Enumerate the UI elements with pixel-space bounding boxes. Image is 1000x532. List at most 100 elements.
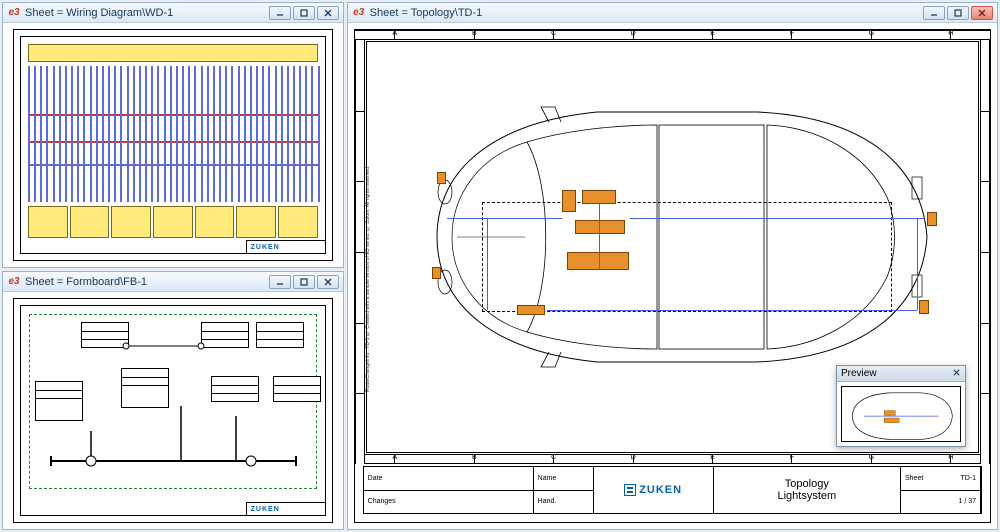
wiring-conductor <box>77 66 79 202</box>
ruler-tick: H <box>950 31 951 39</box>
topology-component[interactable] <box>919 300 929 314</box>
preview-title-text: Preview <box>841 368 877 379</box>
topology-drawing-frame: RouteChangeInfo : TD-1 © Created with a … <box>366 41 979 453</box>
wiring-conductor <box>238 66 240 202</box>
ruler-bottom: ABCDEFGH <box>355 454 990 464</box>
window-topology: e3 Sheet = Topology\TD-1 ABCDEFGH ABCDEF… <box>347 2 998 530</box>
field-label: Date <box>368 475 383 482</box>
window-controls <box>269 6 339 20</box>
window-controls <box>269 275 339 289</box>
titlebar-formboard[interactable]: e3 Sheet = Formboard\FB-1 <box>3 272 343 292</box>
wiring-conductor <box>40 66 42 202</box>
formboard-title-block: ZUKEN <box>246 502 326 516</box>
titlebar-wiring[interactable]: e3 Sheet = Wiring Diagram\WD-1 <box>3 3 343 23</box>
ruler-tick <box>356 393 364 394</box>
close-button[interactable] <box>971 6 993 20</box>
minimize-button[interactable] <box>923 6 945 20</box>
wiring-conductor <box>244 66 246 202</box>
topology-component[interactable] <box>562 190 576 212</box>
wiring-conductor <box>213 66 215 202</box>
window-controls <box>923 6 993 20</box>
wiring-conductor <box>250 66 252 202</box>
ruler-tick: A <box>394 31 395 39</box>
ruler-tick: B <box>474 31 475 39</box>
wiring-conductor <box>133 66 135 202</box>
topology-component[interactable] <box>927 212 937 226</box>
topology-component[interactable] <box>567 252 629 270</box>
wiring-conductor <box>305 66 307 202</box>
wiring-title-block: ZUKEN <box>246 240 326 254</box>
ruler-tick <box>981 393 989 394</box>
ruler-tick: E <box>712 455 713 463</box>
logo-text: ZUKEN <box>251 244 280 251</box>
topology-component[interactable] <box>575 220 625 234</box>
ruler-tick <box>981 111 989 112</box>
formboard-canvas[interactable]: ZUKEN <box>3 292 343 529</box>
wiring-conductor <box>311 66 313 202</box>
maximize-button[interactable] <box>947 6 969 20</box>
wiring-conductor <box>164 66 166 202</box>
wiring-conductor <box>231 66 233 202</box>
wiring-conductor <box>194 66 196 202</box>
left-column: e3 Sheet = Wiring Diagram\WD-1 <box>2 2 344 530</box>
ruler-tick: D <box>633 455 634 463</box>
wiring-bottom-band <box>28 206 318 238</box>
maximize-button[interactable] <box>293 275 315 289</box>
wiring-conductor <box>71 66 73 202</box>
wiring-conductor <box>145 66 147 202</box>
wiring-conductor <box>114 66 116 202</box>
ruler-top: ABCDEFGH <box>355 30 990 40</box>
wiring-conductor <box>28 66 30 202</box>
formboard-harness <box>21 306 325 515</box>
ruler-right <box>980 40 990 464</box>
wiring-conductor <box>281 66 283 202</box>
title-strip-line1: Topology <box>785 478 829 490</box>
topology-component[interactable] <box>437 172 446 184</box>
ruler-tick: G <box>871 31 872 39</box>
titlebar-topology[interactable]: e3 Sheet = Topology\TD-1 <box>348 3 997 23</box>
wiring-conductor <box>170 66 172 202</box>
minimize-button[interactable] <box>269 275 291 289</box>
wiring-conductor <box>256 66 258 202</box>
preview-window[interactable]: Preview <box>836 365 966 447</box>
wiring-canvas[interactable]: ZUKEN <box>3 23 343 267</box>
wiring-conductor <box>34 66 36 202</box>
topology-component[interactable] <box>517 305 545 315</box>
wiring-conductor <box>96 66 98 202</box>
right-column: e3 Sheet = Topology\TD-1 ABCDEFGH ABCDEF… <box>347 2 998 530</box>
logo-text: ZUKEN <box>251 506 280 513</box>
wiring-conductor <box>201 66 203 202</box>
wiring-conductor <box>318 66 320 202</box>
ruler-tick: B <box>474 455 475 463</box>
close-button[interactable] <box>317 6 339 20</box>
field-label: Sheet <box>905 475 923 482</box>
ruler-tick: C <box>553 31 554 39</box>
window-title: Sheet = Wiring Diagram\WD-1 <box>25 7 265 19</box>
ruler-tick: E <box>712 31 713 39</box>
wiring-sheet-frame: ZUKEN <box>13 29 333 261</box>
wiring-top-band <box>28 44 318 62</box>
topology-canvas[interactable]: ABCDEFGH ABCDEFGH RouteChangeInfo : TD-1… <box>348 23 997 529</box>
wiring-conductor <box>188 66 190 202</box>
field-label: Changes <box>368 498 396 505</box>
preview-close-icon[interactable] <box>952 368 961 380</box>
maximize-button[interactable] <box>293 6 315 20</box>
wiring-conductor <box>83 66 85 202</box>
topology-title-strip: Date Changes Name Hand. ZUKEN Topology <box>363 466 982 514</box>
window-formboard: e3 Sheet = Formboard\FB-1 <box>2 271 344 530</box>
preview-titlebar[interactable]: Preview <box>837 366 965 382</box>
app-icon: e3 <box>352 6 366 20</box>
ruler-tick <box>981 181 989 182</box>
topology-component[interactable] <box>582 190 616 204</box>
window-title: Sheet = Formboard\FB-1 <box>25 276 265 288</box>
minimize-button[interactable] <box>269 6 291 20</box>
topology-component[interactable] <box>432 267 441 279</box>
field-value: 1 / 37 <box>958 498 976 505</box>
ruler-tick <box>356 323 364 324</box>
wiring-conductor <box>46 66 48 202</box>
close-button[interactable] <box>317 275 339 289</box>
ruler-tick <box>981 323 989 324</box>
window-wiring-diagram: e3 Sheet = Wiring Diagram\WD-1 <box>2 2 344 268</box>
ruler-left <box>355 40 365 464</box>
ruler-tick <box>356 181 364 182</box>
